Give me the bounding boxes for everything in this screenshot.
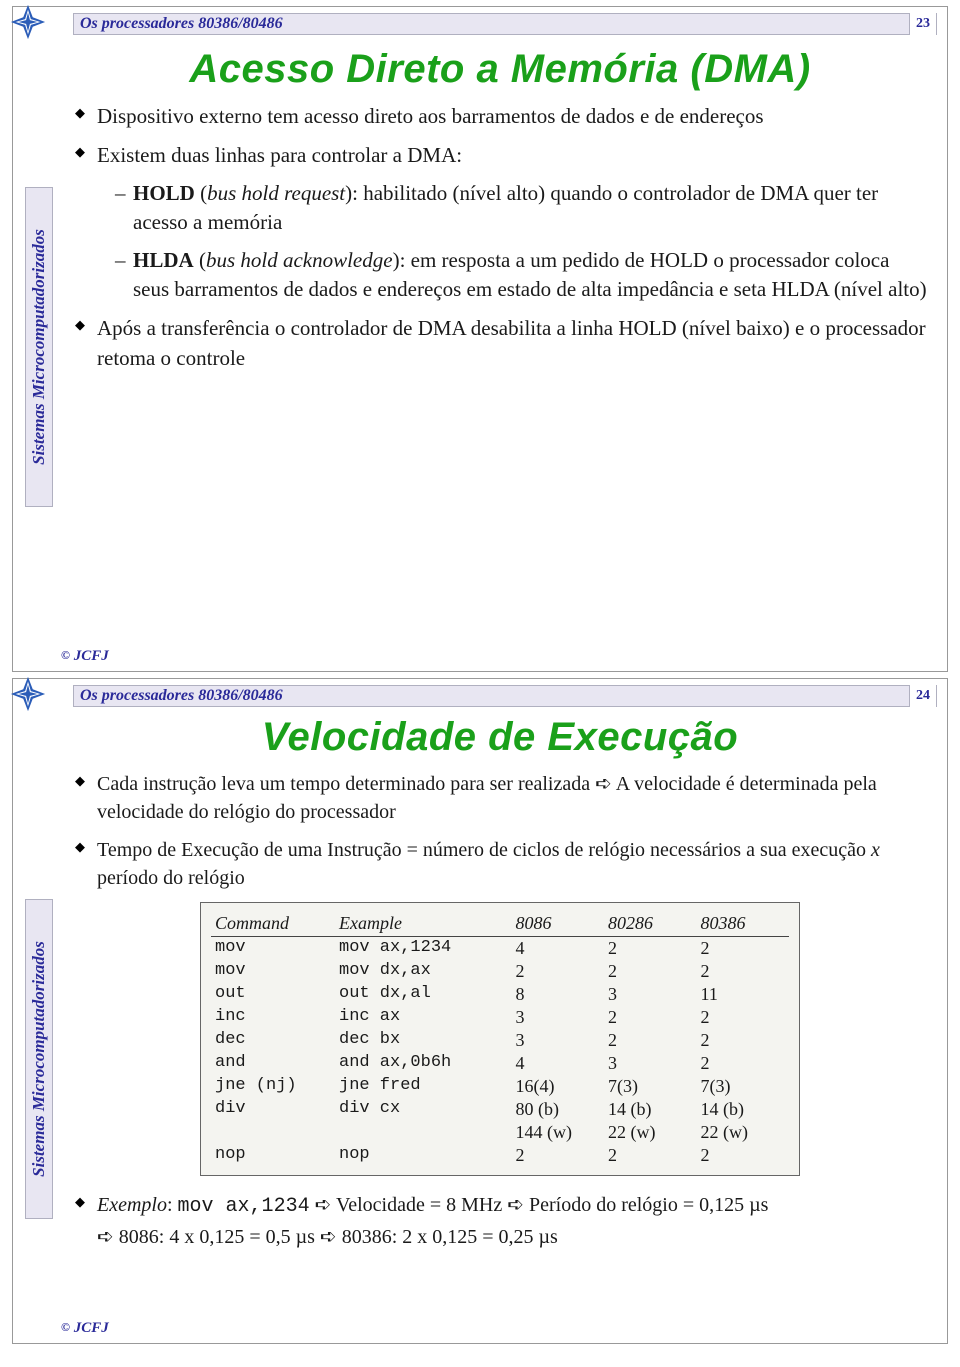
table-row: nopnop222 — [211, 1144, 789, 1167]
copyright-icon: © — [61, 1320, 70, 1334]
copyright-icon: © — [61, 648, 70, 662]
page-number: 24 — [909, 685, 936, 707]
table-row: divdiv cx80 (b)14 (b)14 (b) — [211, 1098, 789, 1121]
sub-bullet-hold: HOLD (bus hold request): habilitado (nív… — [115, 179, 927, 238]
table-row: incinc ax322 — [211, 1006, 789, 1029]
cycles-table: CommandExample80868028680386 movmov ax,1… — [200, 902, 800, 1176]
slide-content: Velocidade de Execução Cada instrução le… — [73, 715, 927, 1263]
page-number: 23 — [909, 13, 936, 35]
side-tab-label: Sistemas Microcomputadorizados — [29, 941, 49, 1177]
side-tab-label: Sistemas Microcomputadorizados — [29, 229, 49, 465]
table-row: movmov ax,1234422 — [211, 937, 789, 961]
bullet-1: Cada instrução leva um tempo determinado… — [73, 770, 927, 826]
side-tab: Sistemas Microcomputadorizados — [25, 899, 53, 1219]
header-title: Os processadores 80386/80486 — [80, 15, 909, 33]
slide-23: Os processadores 80386/80486 23 Sistemas… — [12, 6, 948, 672]
footer: © JCFJ — [61, 648, 109, 665]
logo-icon — [9, 3, 47, 41]
table-row: outout dx,al8311 — [211, 983, 789, 1006]
table-row: 144 (w)22 (w)22 (w) — [211, 1121, 789, 1144]
footer-text: JCFJ — [74, 648, 109, 664]
table-header: 8086 — [512, 911, 604, 937]
header-title: Os processadores 80386/80486 — [80, 687, 909, 705]
arrow-icon: ➪ — [320, 1226, 337, 1248]
bullet-3: Após a transferência o controlador de DM… — [73, 314, 927, 373]
arrow-icon: ➪ — [507, 1194, 524, 1216]
table-row: jne (nj)jne fred16(4)7(3)7(3) — [211, 1075, 789, 1098]
table-header: Command — [211, 911, 335, 937]
slide-title: Velocidade de Execução — [73, 715, 927, 760]
slide-header: Os processadores 80386/80486 24 — [73, 685, 937, 707]
footer: © JCFJ — [61, 1320, 109, 1337]
table-header: 80286 — [604, 911, 696, 937]
arrow-icon: ➪ — [595, 773, 612, 795]
slide-header: Os processadores 80386/80486 23 — [73, 13, 937, 35]
table-header: 80386 — [696, 911, 789, 937]
bullet-2: Existem duas linhas para controlar a DMA… — [73, 141, 927, 304]
slide-content: Acesso Direto a Memória (DMA) Dispositiv… — [73, 47, 927, 383]
arrow-icon: ➪ — [315, 1194, 332, 1216]
table-header: Example — [335, 911, 512, 937]
example-code: mov ax,1234 — [178, 1195, 310, 1218]
footer-text: JCFJ — [74, 1320, 109, 1336]
slide-title: Acesso Direto a Memória (DMA) — [73, 47, 927, 92]
logo-icon — [9, 675, 47, 713]
table-row: decdec bx322 — [211, 1029, 789, 1052]
slide-24: Os processadores 80386/80486 24 Sistemas… — [12, 678, 948, 1344]
example-bullet: Exemplo: mov ax,1234 ➪ Velocidade = 8 MH… — [73, 1190, 927, 1253]
side-tab: Sistemas Microcomputadorizados — [25, 187, 53, 507]
arrow-icon: ➪ — [97, 1226, 114, 1248]
table-row: andand ax,0b6h432 — [211, 1052, 789, 1075]
bullet-2: Tempo de Execução de uma Instrução = núm… — [73, 836, 927, 892]
bullet-1: Dispositivo externo tem acesso direto ao… — [73, 102, 927, 131]
sub-bullet-hlda: HLDA (bus hold acknowledge): em resposta… — [115, 246, 927, 305]
table-row: movmov dx,ax222 — [211, 960, 789, 983]
